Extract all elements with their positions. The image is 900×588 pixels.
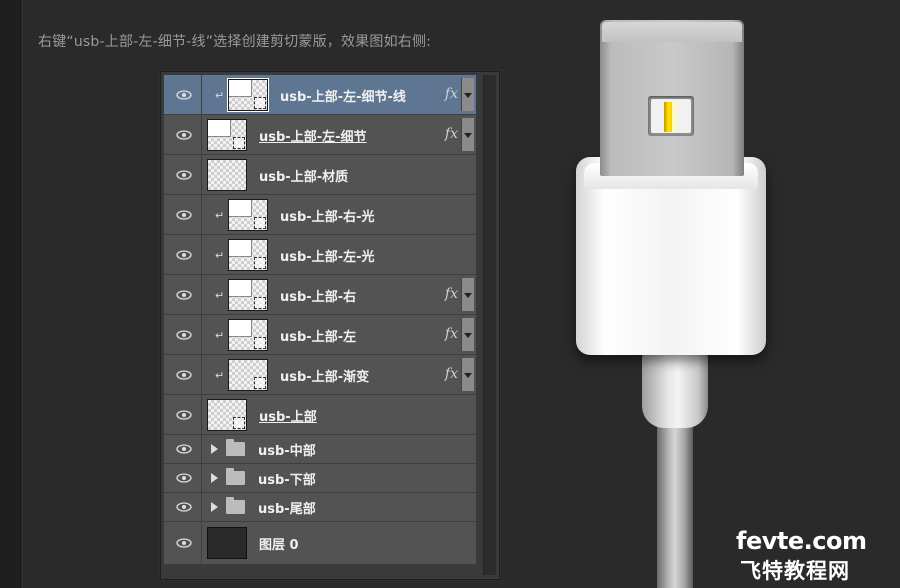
watermark-domain: fevte.com xyxy=(736,527,867,555)
layer-row[interactable]: ↵ usb-上部-左-细节-线 fx xyxy=(164,75,476,115)
eye-icon xyxy=(176,129,192,140)
clipping-arrow-icon: ↵ xyxy=(215,88,225,102)
layer-row[interactable]: usb-上部 xyxy=(164,395,476,435)
expand-effects-button[interactable] xyxy=(461,118,474,151)
layer-name: usb-上部-右 xyxy=(280,289,357,305)
layer-name: usb-上部-渐变 xyxy=(280,369,370,385)
layer-row[interactable]: 图层 0 xyxy=(164,522,476,565)
layer-thumbnail xyxy=(207,158,247,191)
eye-icon xyxy=(176,89,192,100)
layer-name: usb-上部-左 xyxy=(280,329,357,345)
left-edge xyxy=(0,0,23,588)
visibility-toggle[interactable] xyxy=(164,395,202,434)
eye-icon xyxy=(176,249,192,260)
layer-row[interactable]: usb-上部-左-细节 fx xyxy=(164,115,476,155)
layer-thumbnail xyxy=(227,77,269,112)
eye-icon xyxy=(176,209,192,220)
group-row[interactable]: usb-中部 xyxy=(164,435,476,464)
expand-effects-button[interactable] xyxy=(461,358,474,391)
clipping-arrow-icon: ↵ xyxy=(215,288,225,302)
visibility-toggle[interactable] xyxy=(164,155,202,194)
expand-effects-button[interactable] xyxy=(461,78,474,111)
usb-plug-illustration xyxy=(560,0,790,588)
group-name: usb-尾部 xyxy=(258,502,316,517)
clipping-arrow-icon: ↵ xyxy=(215,328,225,342)
eye-icon xyxy=(176,444,192,454)
expand-effects-button[interactable] xyxy=(461,318,474,351)
expand-arrow-icon[interactable] xyxy=(211,444,218,454)
layer-row[interactable]: usb-上部-材质 xyxy=(164,155,476,195)
layer-name: 图层 0 xyxy=(259,538,299,553)
fx-icon[interactable]: fx xyxy=(445,86,458,102)
instruction-caption: 右键“usb-上部-左-细节-线”选择创建剪切蒙版，效果图如右侧: xyxy=(38,34,432,50)
group-row[interactable]: usb-尾部 xyxy=(164,493,476,522)
expand-arrow-icon[interactable] xyxy=(211,502,218,512)
eye-icon xyxy=(176,329,192,340)
expand-arrow-icon[interactable] xyxy=(211,473,218,483)
layer-row[interactable]: ↵ usb-上部-左 fx xyxy=(164,315,476,355)
group-row[interactable]: usb-下部 xyxy=(164,464,476,493)
layer-name: usb-上部-右-光 xyxy=(280,209,375,225)
visibility-toggle[interactable] xyxy=(164,464,202,492)
layer-row[interactable]: ↵ usb-上部-渐变 fx xyxy=(164,355,476,395)
eye-icon xyxy=(176,369,192,380)
visibility-toggle[interactable] xyxy=(164,493,202,521)
clipping-arrow-icon: ↵ xyxy=(215,248,225,262)
fx-icon[interactable]: fx xyxy=(445,366,458,382)
visibility-toggle[interactable] xyxy=(164,275,202,314)
eye-icon xyxy=(176,169,192,180)
strain-relief xyxy=(642,352,708,428)
eye-icon xyxy=(176,409,192,420)
expand-effects-button[interactable] xyxy=(461,278,474,311)
folder-icon xyxy=(226,468,245,485)
group-name: usb-下部 xyxy=(258,473,316,488)
usb-metal-connector xyxy=(600,20,744,176)
layer-thumbnail xyxy=(207,527,247,559)
connector-window xyxy=(648,96,694,136)
eye-icon xyxy=(176,538,192,548)
visibility-toggle[interactable] xyxy=(164,115,202,154)
layer-thumbnail xyxy=(228,198,268,231)
layer-row[interactable]: ↵ usb-上部-左-光 xyxy=(164,235,476,275)
layer-name: usb-上部-左-细节 xyxy=(259,129,367,145)
visibility-toggle[interactable] xyxy=(164,235,202,274)
eye-icon xyxy=(176,473,192,483)
visibility-toggle[interactable] xyxy=(164,315,202,354)
visibility-toggle[interactable] xyxy=(164,522,202,564)
usb-plug-body xyxy=(576,157,766,355)
layer-name: usb-上部-左-细节-线 xyxy=(280,89,406,105)
layer-thumbnail xyxy=(228,238,268,271)
layer-row[interactable]: ↵ usb-上部-右 fx xyxy=(164,275,476,315)
folder-icon xyxy=(226,439,245,456)
layer-thumbnail xyxy=(228,318,268,351)
layer-thumbnail xyxy=(228,278,268,311)
folder-icon xyxy=(226,497,245,514)
fx-icon[interactable]: fx xyxy=(445,326,458,342)
fx-icon[interactable]: fx xyxy=(445,126,458,142)
layers-scrollbar[interactable] xyxy=(483,75,496,575)
clipping-arrow-icon: ↵ xyxy=(215,208,225,222)
watermark-site-name: 飞特教程网 xyxy=(740,559,850,583)
clipping-arrow-icon: ↵ xyxy=(215,368,225,382)
layer-thumbnail xyxy=(207,398,247,431)
visibility-toggle[interactable] xyxy=(164,355,202,394)
eye-icon xyxy=(176,289,192,300)
layers-panel: ↵ usb-上部-左-细节-线 fx usb-上部-左-细节 fx usb-上部… xyxy=(160,71,500,580)
layer-row[interactable]: ↵ usb-上部-右-光 xyxy=(164,195,476,235)
layer-name: usb-上部-材质 xyxy=(259,169,349,185)
eye-icon xyxy=(176,502,192,512)
group-name: usb-中部 xyxy=(258,444,316,459)
layer-name: usb-上部-左-光 xyxy=(280,249,375,265)
layer-name: usb-上部 xyxy=(259,409,317,425)
usb-cable xyxy=(657,420,693,588)
visibility-toggle[interactable] xyxy=(164,435,202,463)
visibility-toggle[interactable] xyxy=(164,75,202,114)
layer-thumbnail xyxy=(207,118,247,151)
visibility-toggle[interactable] xyxy=(164,195,202,234)
fx-icon[interactable]: fx xyxy=(445,286,458,302)
layer-thumbnail xyxy=(228,358,268,391)
